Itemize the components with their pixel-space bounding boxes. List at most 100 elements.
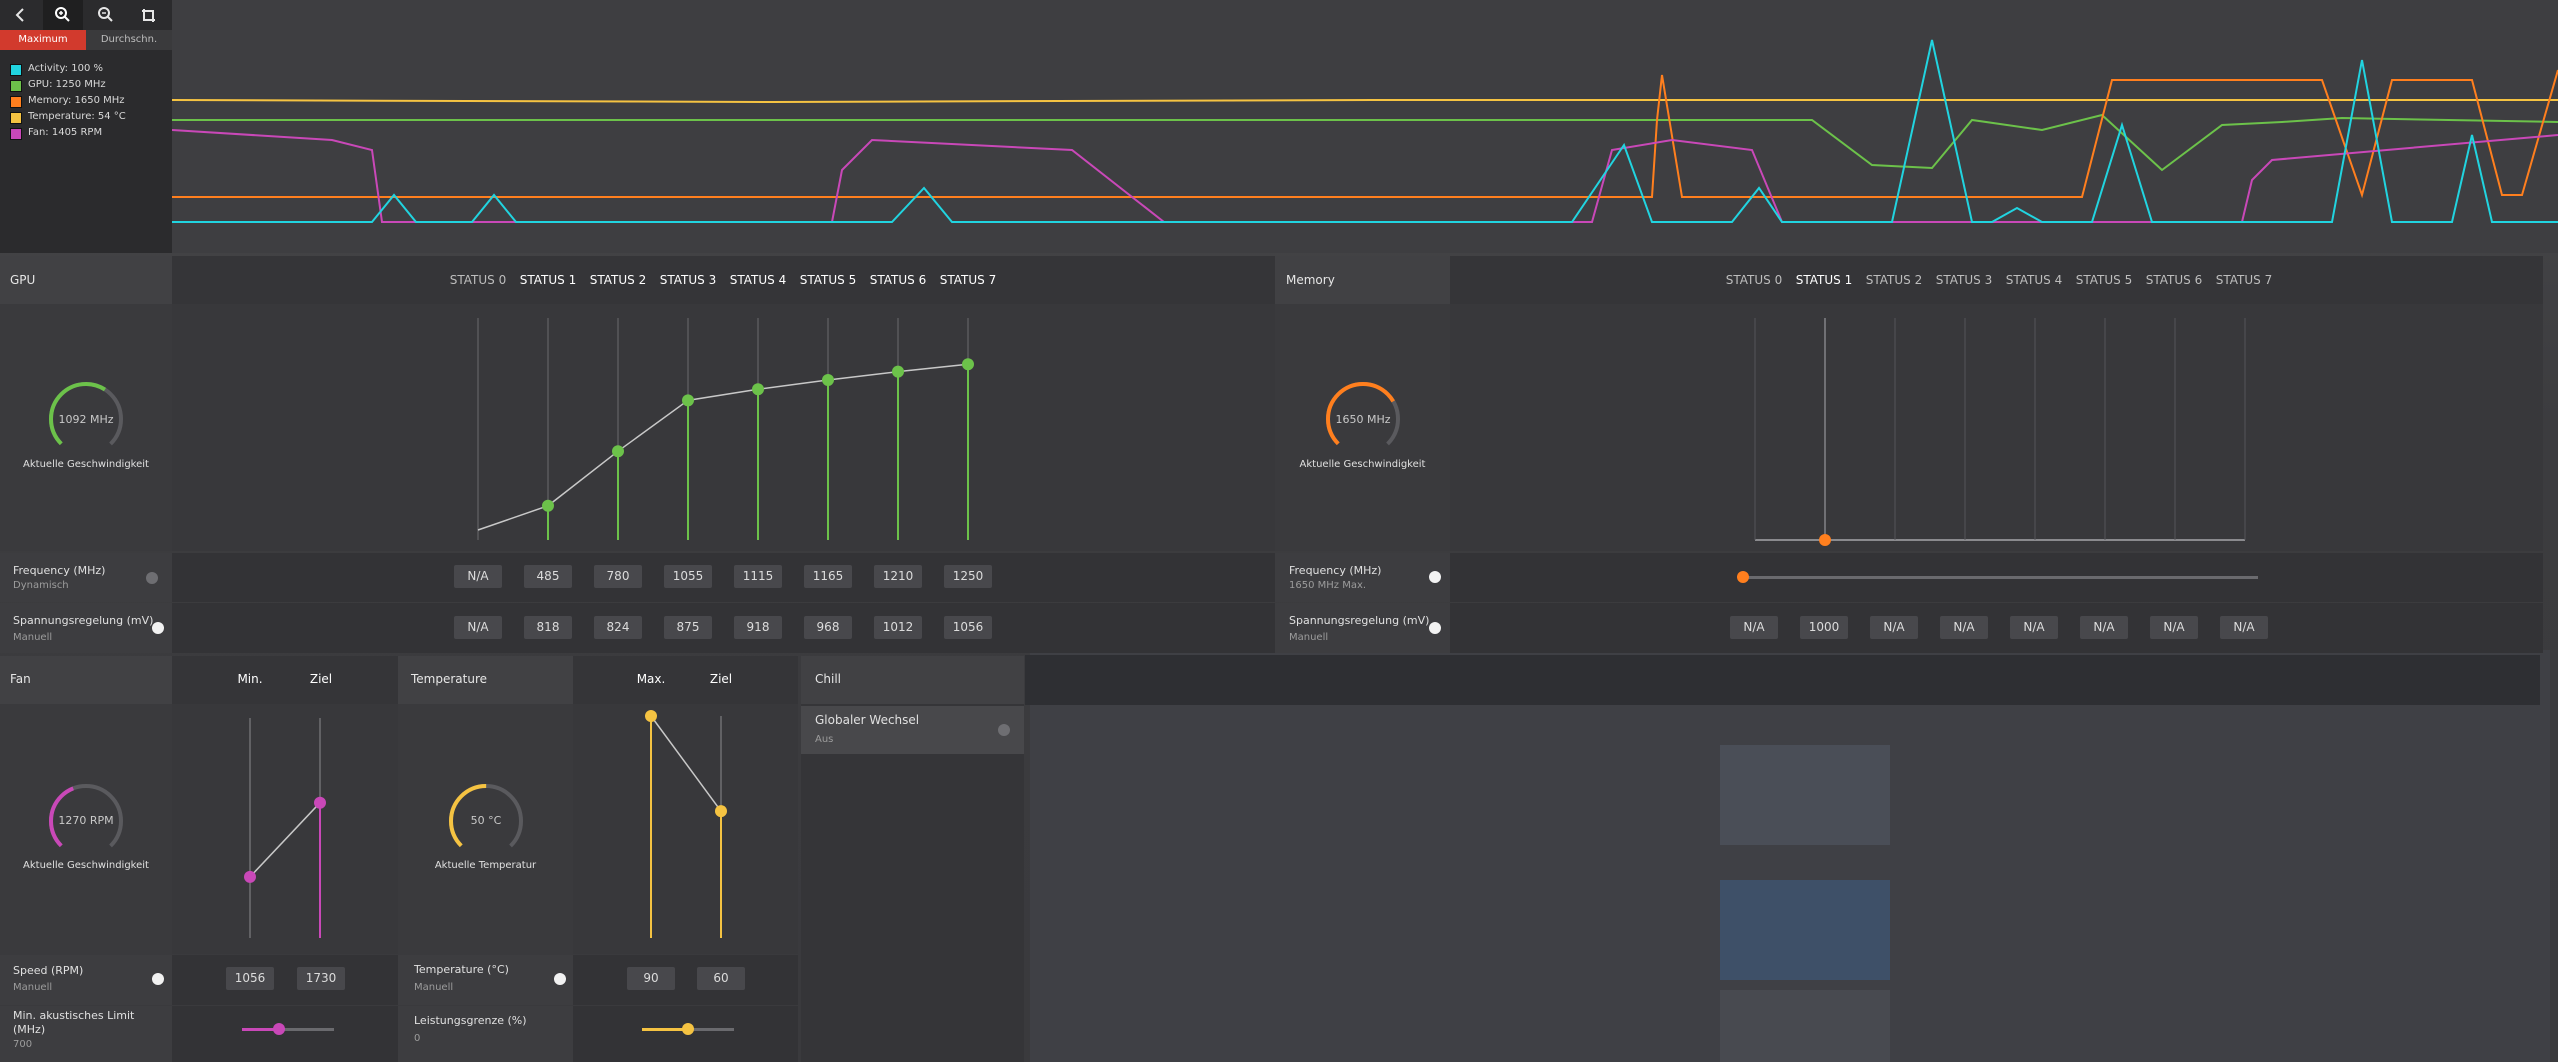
zoom-out-icon xyxy=(98,7,113,22)
memory-gauge-label: Aktuelle Geschwindigkeit xyxy=(1299,459,1426,470)
temp-title: Temperature xyxy=(411,672,488,686)
fan-speed-toggle[interactable] xyxy=(152,973,164,985)
tab-average[interactable]: Durchschn. xyxy=(86,30,172,50)
gpu-volt-value[interactable]: 968 xyxy=(804,616,852,639)
gpu-status-0: STATUS 0 xyxy=(449,273,507,287)
gpu-freq-value[interactable]: 1055 xyxy=(664,565,712,588)
gpu-volt-label-cell xyxy=(0,603,172,653)
power-slider-handle[interactable] xyxy=(682,1023,694,1035)
temp-max-point xyxy=(645,710,657,722)
chill-global-toggle[interactable] xyxy=(998,724,1010,736)
memory-volt-value[interactable]: N/A xyxy=(2220,616,2268,639)
gpu-volt-value[interactable]: 1012 xyxy=(874,616,922,639)
fan-speed-min[interactable]: 1056 xyxy=(226,967,274,990)
fan-speed-label: Speed (RPM) xyxy=(13,964,84,977)
gpu-freq-value[interactable]: 485 xyxy=(524,565,572,588)
memory-volt-value[interactable]: N/A xyxy=(2150,616,2198,639)
gpu-freq-sub: Dynamisch xyxy=(13,580,69,591)
back-button[interactable] xyxy=(0,0,40,30)
gpu-curve-point xyxy=(612,445,624,458)
memory-status-3: STATUS 3 xyxy=(1935,273,1993,287)
memory-status-2: STATUS 2 xyxy=(1865,273,1923,287)
fan-col-target: Ziel xyxy=(309,672,333,686)
gpu-volt-value[interactable]: 918 xyxy=(734,616,782,639)
gpu-gauge-label: Aktuelle Geschwindigkeit xyxy=(23,459,149,470)
memory-gauge-value: 1650 MHz xyxy=(1335,413,1391,426)
fan-limit-slider-handle[interactable] xyxy=(272,1023,285,1035)
temp-col-max: Max. xyxy=(636,672,666,686)
crop-button[interactable] xyxy=(129,0,169,30)
gpu-curve-point xyxy=(962,358,974,371)
temp-toggle[interactable] xyxy=(554,973,566,985)
legend-swatch xyxy=(10,128,22,140)
memory-chart-panel xyxy=(1450,304,2543,551)
trace-activity xyxy=(172,39,2558,223)
temp-chart-panel xyxy=(573,704,798,954)
tab-maximum[interactable]: Maximum xyxy=(0,30,86,50)
gpu-curve-point xyxy=(682,394,694,407)
legend-swatch xyxy=(10,112,22,124)
temp-target-value[interactable]: 60 xyxy=(697,967,745,990)
legend-swatch xyxy=(10,64,22,76)
memory-volt-value[interactable]: 1000 xyxy=(1800,616,1848,639)
legend-swatch xyxy=(10,80,22,92)
fan-limit-unit: (MHz) xyxy=(13,1023,46,1036)
gpu-status-1: STATUS 1 xyxy=(519,273,577,287)
memory-freq-slider-track[interactable] xyxy=(1742,576,2258,579)
gpu-volt-toggle[interactable] xyxy=(152,622,164,634)
chill-global-label: Globaler Wechsel xyxy=(815,713,920,727)
gpu-freq-value[interactable]: 1250 xyxy=(944,565,992,588)
memory-volt-value[interactable]: N/A xyxy=(2010,616,2058,639)
gpu-volt-value[interactable]: 824 xyxy=(594,616,642,639)
gpu-freq-value[interactable]: 780 xyxy=(594,565,642,588)
gpu-volt-value[interactable]: 875 xyxy=(664,616,712,639)
activity-graph xyxy=(172,0,2558,253)
memory-freq-label-cell xyxy=(1275,553,1450,602)
gpu-volt-value[interactable]: N/A xyxy=(454,616,502,639)
temp-gauge-value: 50 °C xyxy=(470,814,502,827)
memory-curve-chart[interactable] xyxy=(1450,304,2543,551)
trace-fan xyxy=(172,129,2558,223)
memory-volt-value[interactable]: N/A xyxy=(1730,616,1778,639)
temp-max-value[interactable]: 90 xyxy=(627,967,675,990)
memory-freq-slider-handle[interactable] xyxy=(1737,571,1749,583)
memory-freq-toggle[interactable] xyxy=(1429,571,1441,583)
power-sub: 0 xyxy=(414,1033,421,1044)
memory-volt-sub: Manuell xyxy=(1289,632,1329,643)
memory-volt-label: Spannungsregelung (mV) xyxy=(1289,614,1430,627)
memory-title: Memory xyxy=(1286,273,1335,287)
background-bar xyxy=(1025,655,2540,705)
memory-status-6: STATUS 6 xyxy=(2145,273,2203,287)
trace-gpu xyxy=(172,113,2558,172)
temp-curve-chart[interactable] xyxy=(573,704,798,954)
gpu-volt-value[interactable]: 818 xyxy=(524,616,572,639)
gpu-freq-value[interactable]: 1210 xyxy=(874,565,922,588)
gpu-freq-value[interactable]: 1165 xyxy=(804,565,852,588)
gpu-freq-value[interactable]: 1115 xyxy=(734,565,782,588)
memory-volt-value[interactable]: N/A xyxy=(1870,616,1918,639)
fan-curve-chart[interactable] xyxy=(172,704,398,954)
gpu-volt-value[interactable]: 1056 xyxy=(944,616,992,639)
trace-memory xyxy=(172,69,2558,199)
memory-volt-value[interactable]: N/A xyxy=(2080,616,2128,639)
temp-target-point xyxy=(715,805,727,818)
gpu-curve-point xyxy=(822,373,834,386)
gpu-gauge-value: 1092 MHz xyxy=(58,413,114,426)
zoom-in-icon xyxy=(55,7,70,22)
memory-status-4: STATUS 4 xyxy=(2005,273,2063,287)
fan-speed-target[interactable]: 1730 xyxy=(297,967,345,990)
fan-limit-label: Min. akustisches Limit xyxy=(13,1009,135,1022)
memory-volt-value[interactable]: N/A xyxy=(1940,616,1988,639)
zoom-out-button[interactable] xyxy=(86,0,126,30)
temp-gauge-label: Aktuelle Temperatur xyxy=(434,860,537,871)
gpu-freq-value[interactable]: N/A xyxy=(454,565,502,588)
gpu-curve-chart[interactable] xyxy=(172,304,1275,551)
gpu-status-7: STATUS 7 xyxy=(939,273,997,287)
zoom-in-button[interactable] xyxy=(43,0,83,30)
gpu-curve-point xyxy=(752,383,764,396)
memory-status-0: STATUS 0 xyxy=(1725,273,1783,287)
memory-volt-toggle[interactable] xyxy=(1429,622,1441,634)
gpu-freq-toggle[interactable] xyxy=(146,572,158,584)
fan-limit-sub: 700 xyxy=(13,1039,33,1050)
memory-curve-point xyxy=(1819,534,1831,546)
